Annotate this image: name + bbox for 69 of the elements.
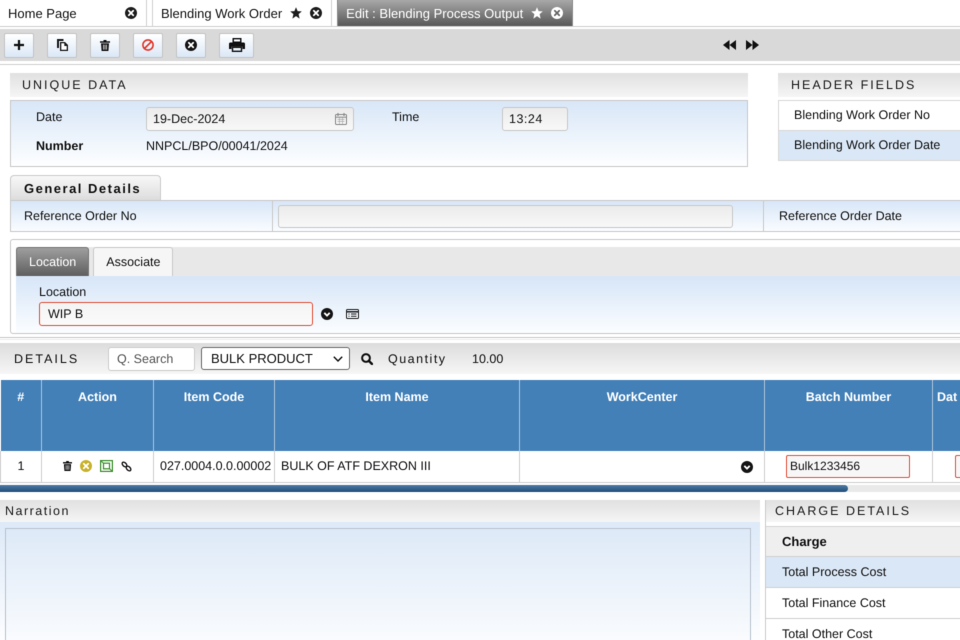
printer-icon (228, 38, 244, 52)
field-value: 10.00 (472, 352, 504, 366)
close-icon[interactable] (310, 7, 322, 19)
chevron-down-icon[interactable] (321, 308, 333, 320)
section-title: DETAILS (14, 352, 80, 366)
table-row[interactable]: Total Finance Cost (766, 588, 960, 618)
column-header[interactable]: WorkCenter (520, 380, 764, 451)
search-field[interactable]: Q. Search (108, 346, 195, 370)
rewind-icon[interactable] (723, 40, 736, 50)
link-icon[interactable] (121, 460, 132, 472)
tab[interactable]: Edit : Blending Process Output (337, 0, 574, 26)
copy-icon (56, 39, 68, 51)
close-button[interactable] (176, 32, 206, 58)
column-header[interactable]: # (0, 380, 42, 451)
field-label: Quantity (388, 352, 448, 366)
section-tab[interactable]: General Details (10, 175, 161, 200)
column-header[interactable]: Batch Number (764, 380, 932, 451)
caret-icon (333, 356, 343, 362)
list-icon[interactable] (346, 309, 359, 319)
delete-button[interactable] (90, 32, 120, 58)
dropdown[interactable]: BULK PRODUCT (201, 347, 350, 370)
table-cell: 1 (0, 451, 42, 482)
table-row[interactable]: Total Process Cost (766, 556, 960, 588)
list-item[interactable]: Blending Work Order Date (778, 131, 960, 161)
section-header: Narration (0, 500, 760, 522)
section-header: HEADER FIELDS (778, 73, 960, 97)
prohibited-icon (142, 39, 154, 51)
field-label: Date (36, 109, 64, 124)
field-label: Number (36, 139, 84, 153)
star-icon[interactable] (531, 7, 544, 19)
section-header: CHARGE DETAILS (766, 500, 960, 522)
text-field[interactable] (278, 204, 733, 228)
close-icon (185, 39, 197, 51)
trash-icon (100, 40, 110, 50)
column-header[interactable]: Action (42, 380, 154, 451)
tab[interactable]: Associate (93, 247, 174, 276)
print-button[interactable] (219, 32, 254, 58)
chevron-down-icon[interactable] (741, 460, 753, 473)
tab[interactable]: Blending Work Order (152, 0, 332, 26)
trash-icon[interactable] (63, 461, 72, 472)
cancel-button[interactable] (133, 32, 163, 58)
field-label: Reference Order Date (779, 209, 902, 223)
section-header: UNIQUE DATA (10, 73, 748, 97)
calendar-icon[interactable] (335, 113, 347, 125)
star-icon[interactable] (290, 7, 302, 19)
add-button[interactable] (4, 32, 34, 58)
date-field[interactable]: 19-Dec-2024 (146, 107, 354, 131)
field-label: Time (392, 109, 420, 124)
copy-button[interactable] (47, 32, 77, 58)
column-header: Charge (766, 526, 960, 556)
plus-icon (14, 40, 24, 50)
column-header[interactable]: Dat (932, 380, 960, 451)
column-header[interactable]: Item Name (274, 380, 520, 451)
text-field[interactable]: Bulk1233456 (786, 454, 910, 478)
table-cell: 027.0004.0.0.00002 (154, 451, 274, 482)
list-item[interactable]: Blending Work Order No (778, 101, 960, 131)
table-row[interactable]: Total Other Cost (766, 618, 960, 640)
time-field[interactable]: 13:24 (502, 107, 568, 131)
close-icon[interactable] (125, 7, 137, 19)
field-label: Reference Order No (24, 209, 137, 223)
column-header[interactable]: Item Code (154, 380, 274, 451)
table-cell: BULK OF ATF DEXRON III (274, 451, 520, 482)
search-icon[interactable] (361, 352, 373, 364)
field-label: Location (39, 285, 88, 300)
fast-forward-icon[interactable] (746, 40, 759, 50)
field-value: NNPCL/BPO/00041/2024 (146, 139, 288, 153)
location-field[interactable]: WIP B (39, 302, 313, 326)
tab[interactable]: Location (16, 247, 90, 276)
frame-icon[interactable] (100, 460, 113, 472)
